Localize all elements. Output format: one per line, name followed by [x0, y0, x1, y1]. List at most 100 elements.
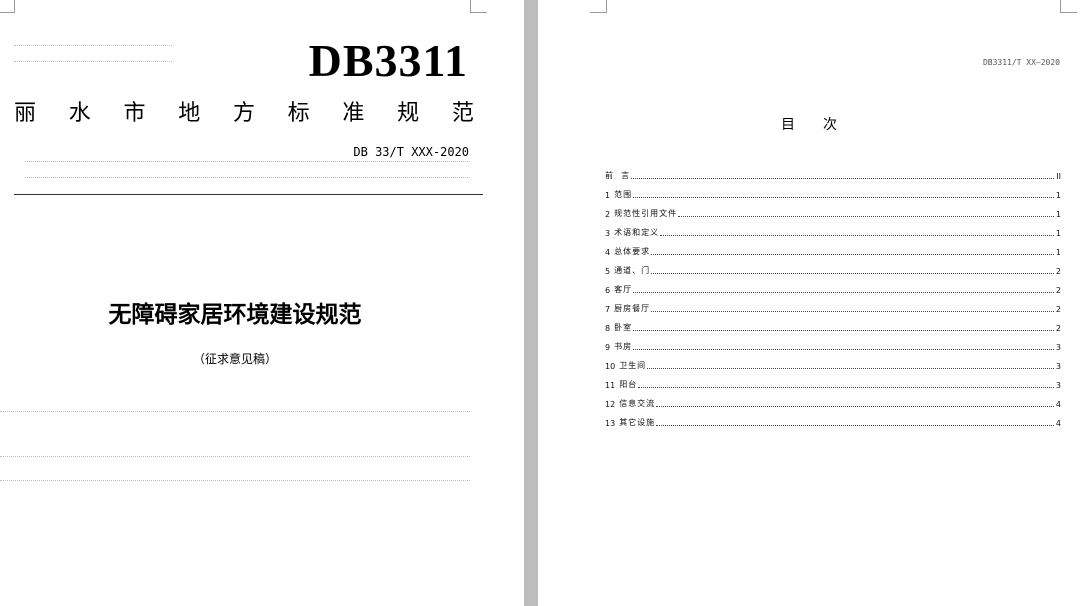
- toc-entry[interactable]: 4 总体要求 1: [605, 238, 1061, 257]
- toc-entry-page: 1: [1055, 229, 1061, 238]
- toc-leader-dots: [647, 368, 1054, 369]
- toc-leader-dots: [633, 349, 1054, 350]
- crop-mark: [470, 0, 487, 13]
- placeholder-line: [0, 456, 470, 457]
- toc-entry-number: 7: [605, 305, 611, 314]
- toc-entry-title: 信息交流: [619, 399, 656, 408]
- toc-entry-number: 9: [605, 343, 611, 352]
- toc-leader-dots: [633, 330, 1054, 331]
- toc-page: DB3311/T XX—2020 目次 前 言 II 1 范围 1 2 规范性引用文件 1 3 术…: [538, 0, 1080, 606]
- toc-leader-dots: [638, 387, 1054, 388]
- toc-title-char: 次: [823, 117, 837, 133]
- toc-entry-page: 4: [1055, 419, 1061, 428]
- toc-entry[interactable]: 12 信息交流 4: [605, 390, 1061, 409]
- toc-entry-page: 1: [1055, 248, 1061, 257]
- toc-entry[interactable]: 7 厨房餐厅 2: [605, 295, 1061, 314]
- crop-mark: [0, 0, 15, 13]
- toc-entry-number: 6: [605, 286, 611, 295]
- toc-entry-title: 阳台: [619, 380, 638, 389]
- toc-leader-dots: [656, 425, 1054, 426]
- toc-entry[interactable]: 5 通道、门 2: [605, 257, 1061, 276]
- crop-mark: [1060, 0, 1077, 13]
- placeholder-line: [0, 480, 470, 481]
- toc-entry-number: 13: [605, 419, 616, 428]
- toc-entry-page: 2: [1055, 305, 1061, 314]
- toc-entry-number: 1: [605, 191, 611, 200]
- toc-entry[interactable]: 前 言 II: [605, 162, 1061, 181]
- toc-entry-number: 11: [605, 381, 616, 390]
- toc-entry-page: 3: [1055, 362, 1061, 371]
- toc-entry-page: 3: [1055, 381, 1061, 390]
- page-gutter: [524, 0, 538, 606]
- toc-entry-page: 2: [1055, 286, 1061, 295]
- toc-title-char: 目: [781, 117, 795, 133]
- toc-entry-page: 2: [1055, 267, 1061, 276]
- toc-entry[interactable]: 3 术语和定义 1: [605, 219, 1061, 238]
- toc-entry-title: 术语和定义: [614, 228, 660, 237]
- document-title: 无障碍家居环境建设规范: [108, 301, 362, 328]
- category-char: 规: [397, 101, 420, 126]
- running-header: DB3311/T XX—2020: [982, 58, 1060, 67]
- toc-entry-title: 卫生间: [619, 361, 647, 370]
- category-char: 市: [123, 101, 146, 126]
- category-char: 方: [232, 101, 255, 126]
- toc-entry-page: 3: [1055, 343, 1061, 352]
- toc-entry-page: 2: [1055, 324, 1061, 333]
- toc-list: 前 言 II 1 范围 1 2 规范性引用文件 1 3 术语和定义 1 4 总体要求 1 5 通道、门 2 6 客厅…: [605, 162, 1061, 428]
- toc-entry-title: 总体要求: [614, 247, 651, 256]
- toc-entry-page: 1: [1055, 210, 1061, 219]
- toc-entry-title: 厨房餐厅: [614, 304, 651, 313]
- toc-entry-number: 4: [605, 248, 611, 257]
- toc-entry[interactable]: 8 卧室 2: [605, 314, 1061, 333]
- document-status: （征求意见稿）: [192, 352, 277, 366]
- toc-entry-number: 5: [605, 267, 611, 276]
- placeholder-line: [0, 411, 470, 412]
- category-char: 范: [451, 101, 474, 126]
- header-rule: [14, 194, 483, 195]
- toc-entry-title: 通道、门: [614, 266, 651, 275]
- placeholder-line: [14, 45, 172, 46]
- toc-entry[interactable]: 13 其它设施 4: [605, 409, 1061, 428]
- toc-leader-dots: [651, 311, 1054, 312]
- toc-entry[interactable]: 11 阳台 3: [605, 371, 1061, 390]
- toc-entry[interactable]: 9 书房 3: [605, 333, 1061, 352]
- toc-leader-dots: [678, 216, 1054, 217]
- toc-entry-title: 范围: [614, 190, 633, 199]
- toc-entry[interactable]: 6 客厅 2: [605, 276, 1061, 295]
- toc-entry-page: 4: [1055, 400, 1061, 409]
- toc-entry[interactable]: 1 范围 1: [605, 181, 1061, 200]
- category-char: 丽: [14, 101, 37, 126]
- toc-leader-dots: [660, 235, 1054, 236]
- toc-entry-number: 10: [605, 362, 616, 371]
- toc-entry-number: 2: [605, 210, 611, 219]
- standard-category: 丽 水 市 地 方 标 准 规 范: [14, 100, 474, 128]
- placeholder-line: [25, 177, 470, 178]
- toc-entry-number: 8: [605, 324, 611, 333]
- toc-title: 目次: [538, 114, 1080, 134]
- toc-entry-title: 书房: [614, 342, 633, 351]
- toc-entry-number: 3: [605, 229, 611, 238]
- toc-entry-title: 其它设施: [619, 418, 656, 427]
- cover-page: DB3311 丽 水 市 地 方 标 准 规 范 DB 33/T XXX-202…: [0, 0, 524, 606]
- toc-entry[interactable]: 10 卫生间 3: [605, 352, 1061, 371]
- toc-entry-page: 1: [1055, 191, 1061, 200]
- toc-entry-title: 卧室: [614, 323, 633, 332]
- toc-leader-dots: [631, 178, 1055, 179]
- toc-entry-title: 规范性引用文件: [614, 209, 678, 218]
- toc-leader-dots: [633, 292, 1054, 293]
- crop-mark: [590, 0, 607, 13]
- toc-leader-dots: [651, 273, 1054, 274]
- toc-entry-title: 客厅: [614, 285, 633, 294]
- standard-code: DB3311: [308, 35, 468, 86]
- toc-entry-number: 12: [605, 400, 616, 409]
- category-char: 地: [178, 101, 201, 126]
- toc-leader-dots: [656, 406, 1054, 407]
- category-char: 水: [68, 101, 91, 126]
- toc-entry-title: 前 言: [605, 171, 631, 180]
- toc-entry[interactable]: 2 规范性引用文件 1: [605, 200, 1061, 219]
- toc-leader-dots: [633, 197, 1054, 198]
- category-char: 准: [342, 101, 365, 126]
- toc-leader-dots: [651, 254, 1054, 255]
- toc-entry-page: II: [1056, 172, 1061, 181]
- standard-number: DB 33/T XXX-2020: [353, 145, 469, 159]
